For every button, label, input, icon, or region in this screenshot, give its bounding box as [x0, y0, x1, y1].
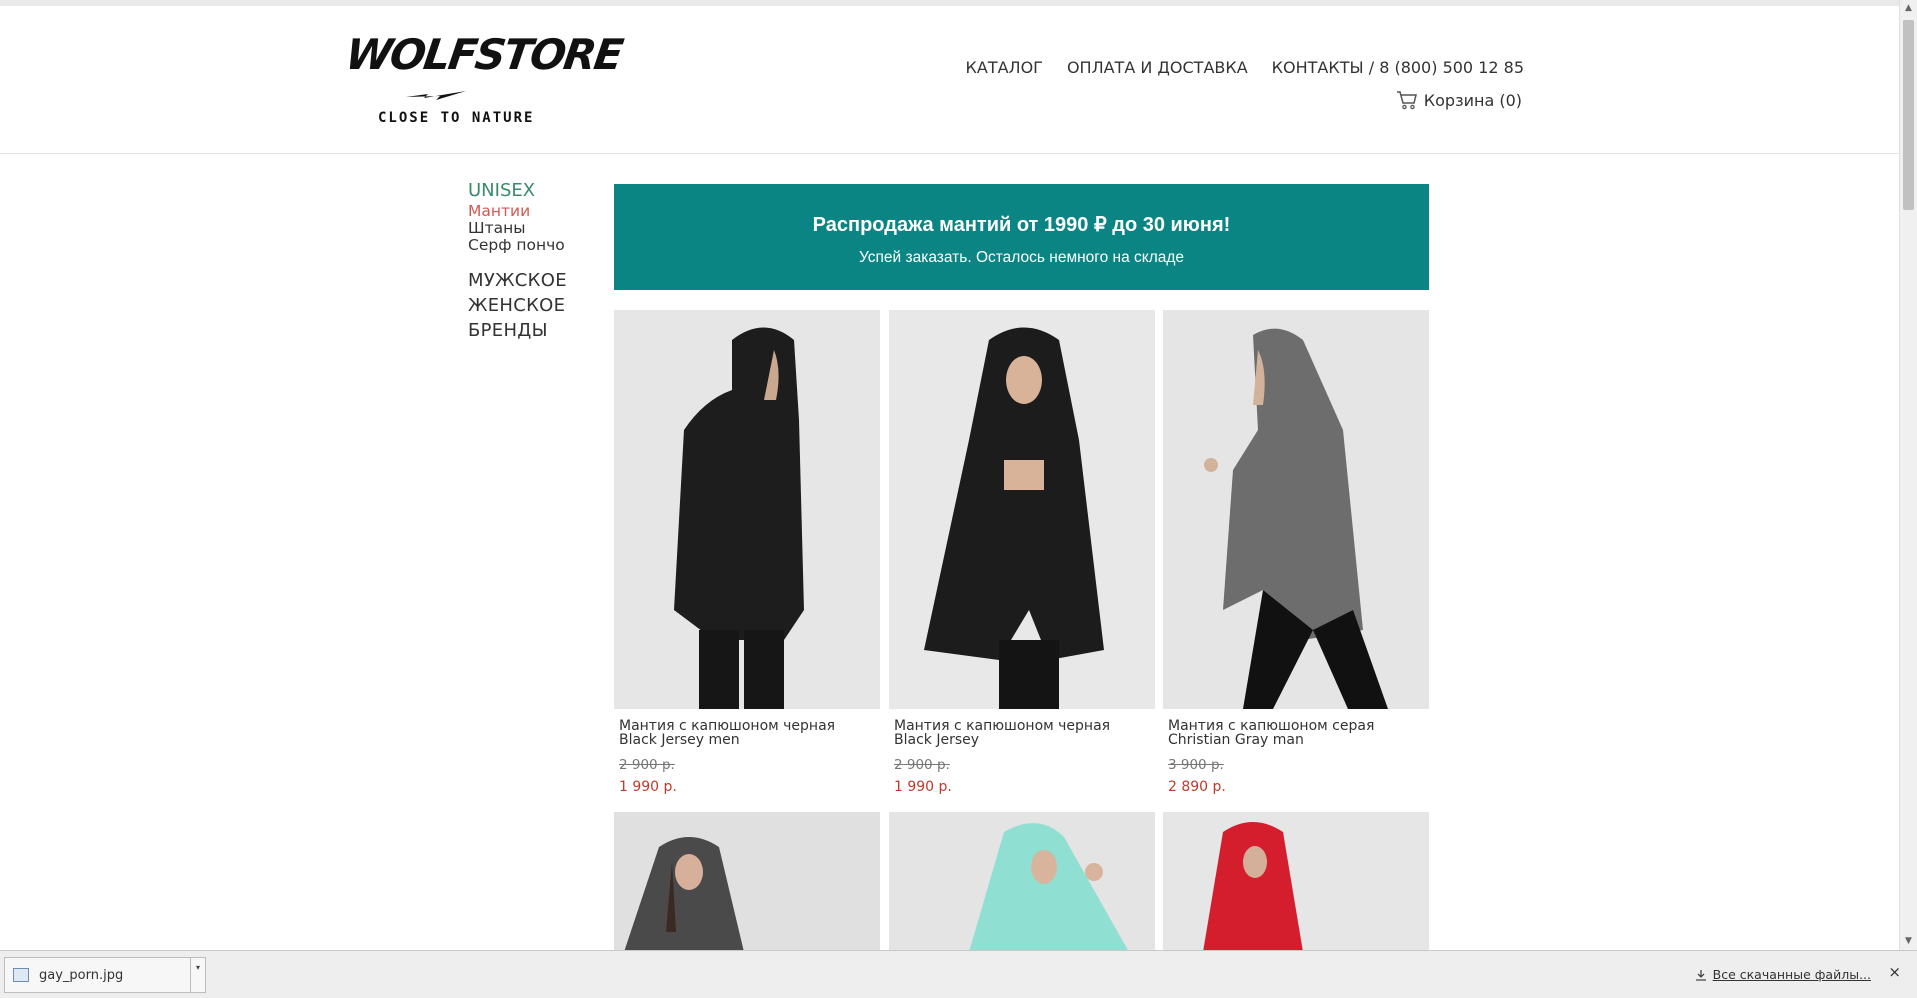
figure-mint-hood-woman	[889, 812, 1155, 952]
sidebar-item-serf-poncho[interactable]: Серф пончо	[468, 237, 608, 254]
site-header: WOLFSTORE CLOSE TO NATURE КАТАЛОГ ОПЛАТА…	[0, 6, 1900, 154]
close-icon[interactable]: ×	[1888, 963, 1901, 981]
product-price: 1 990 р.	[894, 779, 952, 795]
download-item[interactable]: gay_porn.jpg ▾	[4, 957, 206, 993]
all-downloads-link[interactable]: Все скачанные файлы...	[1695, 967, 1871, 982]
product-photo[interactable]	[614, 310, 880, 709]
product-card[interactable]: Мантия с капюшоном черная Black Jersey m…	[614, 310, 880, 795]
category-sidebar: UNISEX Мантии Штаны Серф пончо МУЖСКОЕ Ж…	[468, 180, 608, 343]
logo-bolt-icon	[406, 91, 466, 100]
product-photo[interactable]	[889, 812, 1155, 952]
browser-download-bar: gay_porn.jpg ▾ Все скачанные файлы... ×	[0, 950, 1917, 998]
figure-gray-hood-man	[1163, 310, 1429, 709]
product-name[interactable]: Мантия с капюшоном серая Christian Gray …	[1168, 719, 1424, 747]
product-old-price: 3 900 р.	[1168, 757, 1224, 773]
sidebar-section-unisex[interactable]: UNISEX	[468, 180, 608, 201]
download-options-arrow-icon[interactable]: ▾	[190, 958, 205, 992]
main-nav: КАТАЛОГ ОПЛАТА И ДОСТАВКА КОНТАКТЫ / 8 (…	[966, 58, 1524, 77]
sidebar-item-mantii[interactable]: Мантии	[468, 203, 608, 220]
download-file-name: gay_porn.jpg	[39, 967, 124, 983]
product-card[interactable]: Мантия с капюшоном серая Christian Gray …	[1163, 310, 1429, 795]
nav-catalog[interactable]: КАТАЛОГ	[966, 58, 1043, 77]
product-photo[interactable]	[1163, 310, 1429, 709]
cart-icon	[1396, 91, 1417, 110]
download-icon	[1695, 969, 1706, 981]
product-photo[interactable]	[614, 812, 880, 952]
sidebar-item-mens[interactable]: МУЖСКОЕ	[468, 268, 608, 293]
sidebar-item-brands[interactable]: БРЕНДЫ	[468, 318, 608, 343]
logo-tagline: CLOSE TO NATURE	[378, 110, 535, 126]
nav-contacts[interactable]: КОНТАКТЫ / 8 (800) 500 12 85	[1272, 58, 1524, 77]
product-name[interactable]: Мантия с капюшоном черная Black Jersey	[894, 719, 1150, 747]
figure-red-hood-man	[1163, 812, 1429, 952]
product-price: 2 890 р.	[1168, 779, 1226, 795]
product-card[interactable]	[1163, 812, 1429, 952]
scroll-down-arrow-icon[interactable]: ▼	[1900, 933, 1917, 950]
banner-subtitle: Успей заказать. Осталось немного на скла…	[858, 249, 1185, 266]
sale-banner[interactable]: Распродажа мантий от 1990 ₽ до 30 июня! …	[614, 184, 1429, 290]
figure-black-hood-man	[614, 310, 880, 709]
product-photo[interactable]	[1163, 812, 1429, 952]
sidebar-item-shtany[interactable]: Штаны	[468, 220, 608, 237]
nav-payment-delivery[interactable]: ОПЛАТА И ДОСТАВКА	[1067, 58, 1248, 77]
product-card[interactable]	[614, 812, 880, 952]
all-downloads-label: Все скачанные файлы...	[1712, 967, 1871, 982]
banner-title: Распродажа мантий от 1990 ₽ до 30 июня!	[812, 214, 1231, 236]
sidebar-item-womens[interactable]: ЖЕНСКОЕ	[468, 293, 608, 318]
product-card[interactable]: Мантия с капюшоном черная Black Jersey 2…	[889, 310, 1155, 795]
product-name[interactable]: Мантия с капюшоном черная Black Jersey m…	[619, 719, 875, 747]
logo-wordmark: WOLFSTORE	[342, 30, 625, 79]
product-old-price: 2 900 р.	[619, 757, 675, 773]
page-scrollbar[interactable]: ▲ ▼	[1899, 0, 1917, 950]
wolfstore-logo[interactable]: WOLFSTORE CLOSE TO NATURE	[343, 30, 625, 134]
product-old-price: 2 900 р.	[894, 757, 950, 773]
cart-label: Корзина (0)	[1423, 90, 1522, 110]
image-file-icon	[13, 968, 29, 982]
scrollbar-thumb[interactable]	[1903, 20, 1914, 210]
product-card[interactable]	[889, 812, 1155, 952]
cart-link[interactable]: Корзина (0)	[1396, 90, 1522, 110]
product-photo[interactable]	[889, 310, 1155, 709]
scroll-up-arrow-icon[interactable]: ▲	[1900, 0, 1917, 17]
figure-darkgray-hood-woman	[614, 812, 880, 952]
product-price: 1 990 р.	[619, 779, 677, 795]
figure-black-hood-woman	[889, 310, 1155, 709]
